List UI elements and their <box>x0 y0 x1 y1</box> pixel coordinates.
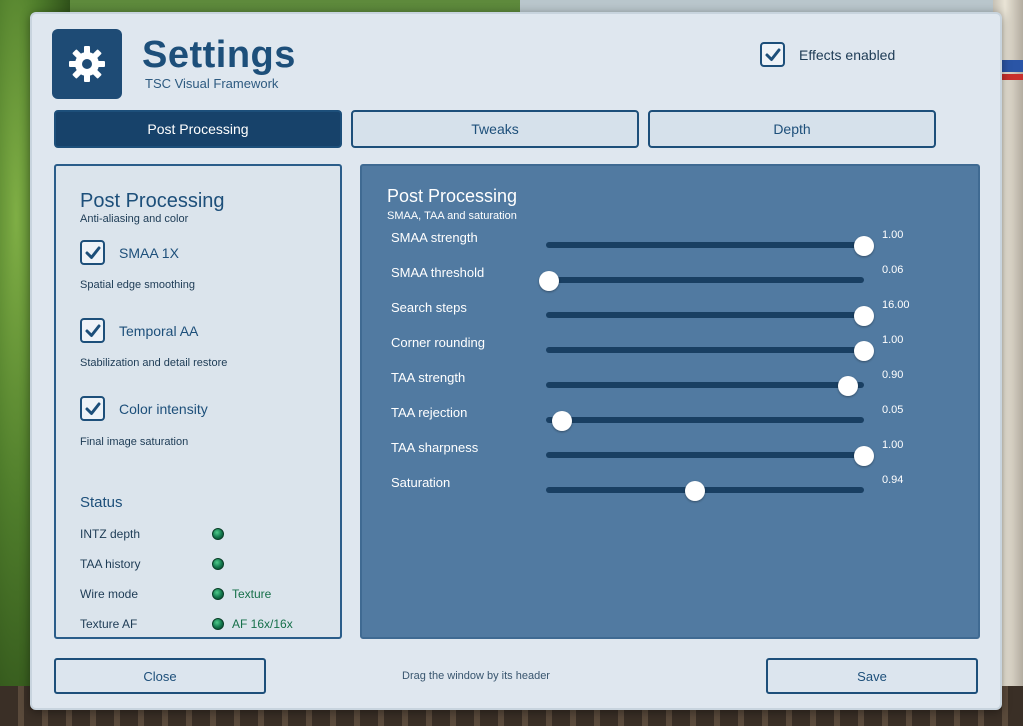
slider-taa-strength: TAA strength 0.90 <box>391 369 951 400</box>
effects-enabled-checkbox[interactable] <box>760 42 785 67</box>
smaa-label: SMAA 1X <box>119 244 179 261</box>
status-row-taa-history: TAA history <box>80 557 320 573</box>
status-row-texture-af: Texture AF AF 16x/16x <box>80 617 320 633</box>
slider-saturation: Saturation 0.94 <box>391 474 951 505</box>
status-indicator-icon <box>212 528 224 540</box>
option-color-intensity[interactable]: Color intensity <box>80 396 208 421</box>
status-value: AF 16x/16x <box>232 617 293 631</box>
checkmark-icon <box>765 48 780 61</box>
slider-thumb[interactable] <box>685 481 706 501</box>
status-value: Texture <box>232 587 272 601</box>
slider-label: TAA rejection <box>391 405 468 420</box>
slider-value: 16.00 <box>882 299 910 311</box>
gear-icon <box>69 46 105 82</box>
tab-post-processing[interactable]: Post Processing <box>54 110 342 148</box>
slider-thumb[interactable] <box>854 236 874 256</box>
sliders-panel: Post Processing SMAA, TAA and saturation… <box>360 164 980 639</box>
slider-thumb[interactable] <box>539 271 560 291</box>
settings-window[interactable]: Settings TSC Visual Framework Effects en… <box>30 12 1002 710</box>
slider-label: TAA sharpness <box>391 440 479 455</box>
status-row-intz-depth: INTZ depth <box>80 527 320 543</box>
temporal-aa-checkbox[interactable] <box>80 318 105 343</box>
slider-label: TAA strength <box>391 370 466 385</box>
slider-value: 1.00 <box>882 334 904 346</box>
slider-thumb[interactable] <box>854 341 874 361</box>
slider-track[interactable] <box>539 271 864 291</box>
status-indicator-icon <box>212 618 224 630</box>
slider-taa-rejection: TAA rejection 0.05 <box>391 404 951 435</box>
option-temporal-aa[interactable]: Temporal AA <box>80 318 198 343</box>
slider-thumb[interactable] <box>838 376 859 396</box>
color-intensity-label: Color intensity <box>119 400 208 417</box>
sliders-panel-title: Post Processing <box>387 186 518 206</box>
slider-thumb[interactable] <box>551 411 572 431</box>
slider-value: 0.90 <box>882 369 904 381</box>
slider-smaa-threshold: SMAA threshold 0.06 <box>391 264 951 295</box>
slider-value: 1.00 <box>882 229 904 241</box>
app-logo <box>52 29 122 99</box>
slider-track[interactable] <box>546 341 874 361</box>
slider-label: Search steps <box>391 300 467 315</box>
smaa-checkbox[interactable] <box>80 240 105 265</box>
slider-value: 0.94 <box>882 474 904 486</box>
slider-value: 1.00 <box>882 439 904 451</box>
slider-taa-sharpness: TAA sharpness 1.00 <box>391 439 951 470</box>
checkmark-icon <box>85 402 100 415</box>
tab-bar: Post Processing Tweaks Depth <box>54 110 936 148</box>
tab-tweaks[interactable]: Tweaks <box>351 110 639 148</box>
status-label: Wire mode <box>80 587 139 601</box>
slider-value: 0.06 <box>882 264 904 276</box>
status-indicator-icon <box>212 588 224 600</box>
option-smaa[interactable]: SMAA 1X <box>80 240 179 265</box>
page-title: Settings <box>142 34 296 76</box>
slider-value: 0.05 <box>882 404 904 416</box>
effects-enabled-toggle[interactable]: Effects enabled <box>760 42 895 67</box>
sliders-panel-subtitle: SMAA, TAA and saturation <box>387 210 517 222</box>
temporal-aa-description: Stabilization and detail restore <box>80 357 228 369</box>
page-subtitle: TSC Visual Framework <box>145 76 279 91</box>
temporal-aa-label: Temporal AA <box>119 322 199 339</box>
checkmark-icon <box>85 324 100 337</box>
options-panel-title: Post Processing <box>80 190 225 212</box>
slider-track[interactable] <box>546 446 874 466</box>
tab-depth[interactable]: Depth <box>648 110 936 148</box>
drag-hint: Drag the window by its header <box>402 670 550 682</box>
color-intensity-checkbox[interactable] <box>80 396 105 421</box>
slider-track[interactable] <box>546 236 874 256</box>
options-panel-subtitle: Anti-aliasing and color <box>80 213 189 225</box>
slider-label: SMAA threshold <box>391 265 485 280</box>
slider-track[interactable] <box>546 411 864 431</box>
slider-label: Saturation <box>391 475 451 490</box>
slider-search-steps: Search steps 16.00 <box>391 299 951 330</box>
slider-thumb[interactable] <box>854 306 874 326</box>
save-button[interactable]: Save <box>766 658 978 694</box>
close-button[interactable]: Close <box>54 658 266 694</box>
slider-track[interactable] <box>546 481 864 501</box>
slider-corner-rounding: Corner rounding 1.00 <box>391 334 951 365</box>
status-indicator-icon <box>212 558 224 570</box>
slider-track[interactable] <box>546 306 874 326</box>
options-panel: Post Processing Anti-aliasing and color … <box>54 164 342 639</box>
status-title: Status <box>80 494 123 511</box>
color-intensity-description: Final image saturation <box>80 436 189 448</box>
effects-enabled-label: Effects enabled <box>799 46 896 63</box>
checkmark-icon <box>85 246 100 259</box>
slider-thumb[interactable] <box>854 446 874 466</box>
status-label: INTZ depth <box>80 527 141 541</box>
smaa-description: Spatial edge smoothing <box>80 279 195 291</box>
status-label: TAA history <box>80 557 141 571</box>
slider-label: Corner rounding <box>391 335 485 350</box>
slider-label: SMAA strength <box>391 230 478 245</box>
status-label: Texture AF <box>80 617 138 631</box>
slider-smaa-strength: SMAA strength 1.00 <box>391 229 951 260</box>
slider-track[interactable] <box>546 376 864 396</box>
status-row-wire-mode: Wire mode Texture <box>80 587 320 603</box>
